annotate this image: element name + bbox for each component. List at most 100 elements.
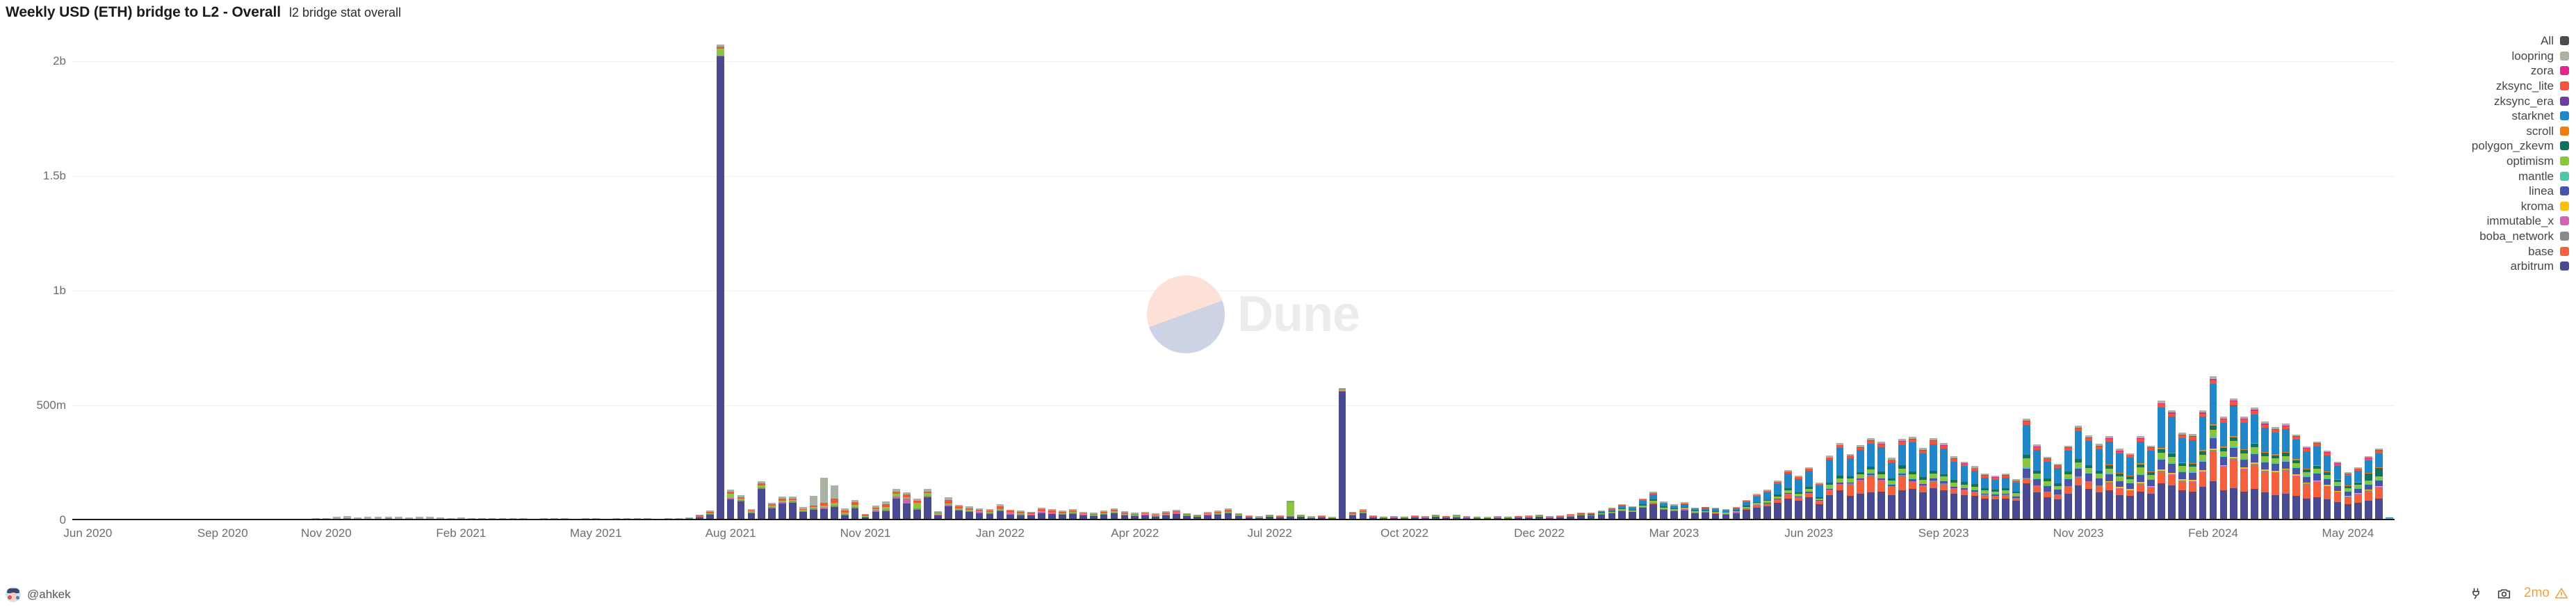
bar[interactable] (2167, 410, 2176, 520)
bar[interactable] (1680, 502, 1688, 520)
bar[interactable] (2147, 445, 2155, 520)
bar[interactable] (2137, 435, 2144, 520)
plug-icon[interactable] (2468, 586, 2484, 601)
bar[interactable] (1825, 456, 1834, 520)
bar[interactable] (872, 506, 880, 520)
bar[interactable] (913, 498, 921, 520)
bar[interactable] (1338, 387, 1346, 520)
bar[interactable] (1939, 443, 1948, 520)
bar[interactable] (2064, 445, 2072, 520)
legend-item-linea[interactable]: linea (2529, 184, 2569, 199)
bar[interactable] (2365, 456, 2373, 520)
bar[interactable] (1857, 445, 1865, 520)
bar[interactable] (1629, 506, 1637, 520)
bar[interactable] (1795, 476, 1802, 520)
bar[interactable] (1960, 462, 1968, 520)
bar[interactable] (716, 44, 724, 520)
bar[interactable] (2282, 423, 2290, 520)
legend-item-mantle[interactable]: mantle (2518, 168, 2569, 184)
bar[interactable] (830, 485, 838, 520)
bar[interactable] (2261, 421, 2269, 520)
bar[interactable] (726, 490, 735, 520)
bar[interactable] (1877, 442, 1886, 520)
legend-item-immutable_x[interactable]: immutable_x (2487, 214, 2569, 229)
bar[interactable] (2158, 401, 2165, 520)
bar[interactable] (1846, 453, 1854, 520)
bar[interactable] (2219, 416, 2228, 520)
bar[interactable] (2354, 467, 2363, 520)
bar[interactable] (1287, 501, 1294, 520)
bar[interactable] (1774, 481, 1782, 520)
bar[interactable] (1815, 483, 1823, 520)
bar[interactable] (944, 497, 952, 520)
bar[interactable] (1971, 466, 1979, 520)
bar[interactable] (2333, 461, 2342, 520)
bar[interactable] (1918, 448, 1927, 520)
legend-item-boba_network[interactable]: boba_network (2479, 229, 2569, 244)
bar[interactable] (2188, 434, 2196, 520)
bar[interactable] (2033, 444, 2041, 520)
bar[interactable] (1950, 456, 1958, 520)
bar[interactable] (1981, 474, 1989, 520)
bar[interactable] (851, 499, 859, 520)
data-freshness[interactable]: 2mo (2524, 586, 2569, 601)
bar[interactable] (2002, 474, 2010, 520)
bar[interactable] (1784, 469, 1792, 520)
bar[interactable] (820, 477, 828, 520)
legend-item-base[interactable]: base (2528, 243, 2569, 259)
bar[interactable] (2012, 478, 2020, 520)
bar[interactable] (1670, 504, 1678, 520)
bar[interactable] (2074, 425, 2082, 520)
bar[interactable] (2272, 427, 2279, 520)
bar[interactable] (2344, 472, 2352, 520)
bar[interactable] (924, 489, 931, 520)
legend-item-kroma[interactable]: kroma (2521, 199, 2569, 214)
bar[interactable] (2251, 407, 2258, 520)
bar[interactable] (2302, 446, 2310, 520)
bar[interactable] (1660, 501, 1668, 520)
bar[interactable] (2023, 418, 2030, 520)
legend-item-zora[interactable]: zora (2531, 63, 2569, 79)
bar[interactable] (1888, 458, 1896, 520)
bar[interactable] (2230, 398, 2238, 520)
author-handle[interactable]: @ahkek (27, 588, 71, 602)
bar[interactable] (882, 501, 890, 520)
legend-item-scroll[interactable]: scroll (2526, 124, 2569, 139)
bar[interactable] (758, 481, 766, 520)
bar[interactable] (996, 504, 1004, 520)
bar[interactable] (1898, 439, 1906, 520)
bar[interactable] (2313, 441, 2321, 520)
bar[interactable] (737, 495, 745, 520)
bar[interactable] (2178, 432, 2186, 520)
bar[interactable] (2199, 410, 2207, 520)
bar[interactable] (1804, 467, 1813, 520)
bar[interactable] (1753, 494, 1761, 520)
bar[interactable] (2105, 436, 2114, 520)
bar[interactable] (1618, 504, 1627, 520)
bar[interactable] (1909, 437, 1916, 520)
bar[interactable] (1763, 490, 1771, 520)
legend-item-optimism[interactable]: optimism (2506, 154, 2569, 169)
legend-item-zksync_lite[interactable]: zksync_lite (2496, 79, 2569, 94)
bar[interactable] (2126, 453, 2135, 520)
legend-item-starknet[interactable]: starknet (2512, 108, 2569, 124)
bar[interactable] (2053, 463, 2062, 520)
legend-item-polygon_zkevm[interactable]: polygon_zkevm (2472, 138, 2569, 154)
bar[interactable] (789, 497, 797, 520)
bar[interactable] (954, 504, 963, 520)
bar[interactable] (2240, 416, 2249, 520)
bar[interactable] (810, 496, 817, 520)
bar[interactable] (892, 489, 901, 520)
bar[interactable] (778, 496, 787, 520)
bar[interactable] (2375, 448, 2383, 520)
bar[interactable] (1639, 498, 1647, 520)
bar[interactable] (1867, 438, 1875, 520)
legend-item-loopring[interactable]: loopring (2512, 49, 2569, 64)
bar[interactable] (768, 502, 776, 520)
bar[interactable] (903, 492, 911, 520)
bar[interactable] (1991, 476, 2000, 520)
legend-item-All[interactable]: All (2541, 33, 2569, 49)
bar[interactable] (2292, 434, 2300, 520)
bar[interactable] (1743, 500, 1751, 520)
bar[interactable] (1836, 442, 1844, 520)
